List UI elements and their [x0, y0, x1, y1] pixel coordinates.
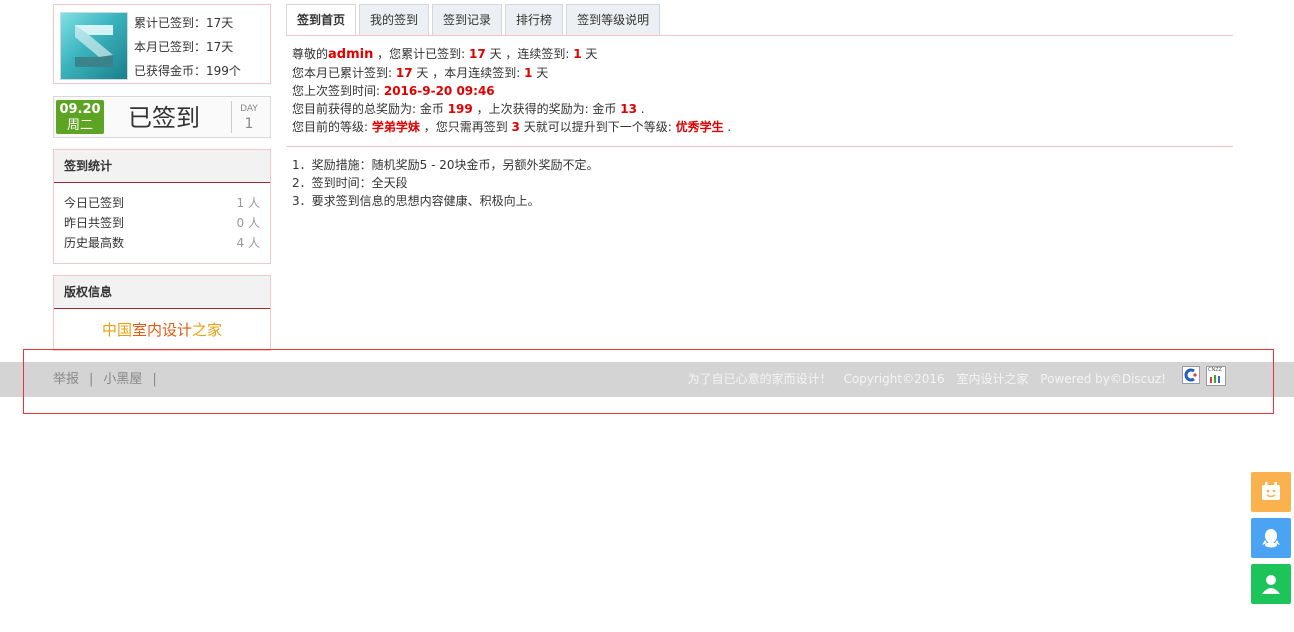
stats-label: 昨日共签到 — [64, 216, 125, 230]
info-line-last-time: 您上次签到时间: 2016-9-20 09:46 — [292, 84, 495, 98]
sign-info: 尊敬的admin ，您累计已签到: 17 天 ，连续签到: 1 天 您本月已累计… — [292, 45, 731, 136]
content-divider — [286, 146, 1233, 147]
tab-my-sign[interactable]: 我的签到 — [359, 4, 430, 35]
stats-row-yesterday: 昨日共签到 0 人 — [54, 213, 270, 233]
calendar-icon — [1262, 482, 1280, 500]
day-count: 1 — [244, 116, 254, 132]
contact-icon — [1262, 575, 1280, 594]
copyright-panel: 版权信息 中国室内设计之家 — [53, 275, 271, 351]
qq-icon — [1262, 529, 1280, 548]
day-label: DAY — [240, 104, 258, 114]
tab-sign-records[interactable]: 签到记录 — [432, 4, 503, 35]
highlight-frame — [23, 349, 1274, 414]
contact-float-button[interactable] — [1251, 564, 1291, 604]
stats-value: 0 人 — [236, 216, 260, 230]
signed-status-text: 已签到 — [128, 104, 200, 132]
site-logo-text[interactable]: 中国室内设计之家 — [54, 309, 270, 340]
sign-tabs: 签到首页 我的签到 签到记录 排行榜 签到等级说明 — [286, 4, 663, 36]
avatar[interactable] — [60, 12, 128, 80]
site-name-part: 之家 — [192, 321, 223, 339]
stats-value: 4 人 — [236, 236, 260, 250]
calendar-float-button[interactable] — [1251, 472, 1291, 512]
tab-sign-home[interactable]: 签到首页 — [286, 4, 357, 36]
stats-row-max: 历史最高数 4 人 — [54, 233, 270, 253]
date-text: 09.20 — [59, 102, 101, 117]
tab-level-info[interactable]: 签到等级说明 — [566, 4, 661, 35]
tab-ranking[interactable]: 排行榜 — [505, 4, 564, 35]
stats-label: 历史最高数 — [64, 236, 125, 250]
site-name-part: 室内设计 — [131, 321, 192, 339]
info-line-level: 您目前的等级: 学弟学妹 ，您只需再签到 3 天就可以提升到下一个等级: 优秀学… — [292, 120, 732, 134]
stats-title: 签到统计 — [54, 150, 270, 183]
sign-stats-panel: 签到统计 今日已签到 1 人 昨日共签到 0 人 历史最高数 4 人 — [53, 149, 271, 264]
total-signed-text: 累计已签到：17天 — [134, 16, 234, 30]
site-name-part: 中国 — [101, 321, 132, 339]
avatar-3d-logo — [75, 25, 113, 67]
sign-rules: 1．奖励措施：随机奖励5 - 20块金币，另额外奖励不定。 2．签到时间：全天段… — [292, 156, 599, 210]
copyright-title: 版权信息 — [54, 276, 270, 309]
coins-text: 已获得金币：199个 — [134, 64, 241, 78]
rule-item: 1．奖励措施：随机奖励5 - 20块金币，另额外奖励不定。 — [292, 158, 599, 172]
tab-divider — [286, 35, 1233, 36]
month-signed-text: 本月已签到：17天 — [134, 40, 234, 54]
day-counter: DAY 1 — [231, 101, 266, 133]
username: admin — [328, 47, 374, 62]
rule-item: 2．签到时间：全天段 — [292, 176, 408, 190]
weekday-text: 周二 — [66, 118, 93, 133]
date-badge: 09.20 周二 — [56, 100, 104, 134]
qq-float-button[interactable] — [1251, 518, 1291, 558]
info-line-month: 您本月已累计签到: 17 天 ，本月连续签到: 1 天 — [292, 66, 549, 80]
stats-row-today: 今日已签到 1 人 — [54, 193, 270, 213]
sign-status-widget[interactable]: 09.20 周二 已签到 DAY 1 — [53, 96, 271, 138]
info-line-reward: 您目前获得的总奖励为: 金币 199 ，上次获得的奖励为: 金币 13 . — [292, 102, 645, 116]
stats-value: 1 人 — [236, 196, 260, 210]
rule-item: 3．要求签到信息的思想内容健康、积极向上。 — [292, 194, 540, 208]
info-line-total: 尊敬的admin ，您累计已签到: 17 天 ，连续签到: 1 天 — [292, 47, 598, 62]
stats-label: 今日已签到 — [64, 196, 125, 210]
user-profile-box: 累计已签到：17天 本月已签到：17天 已获得金币：199个 — [53, 4, 271, 84]
